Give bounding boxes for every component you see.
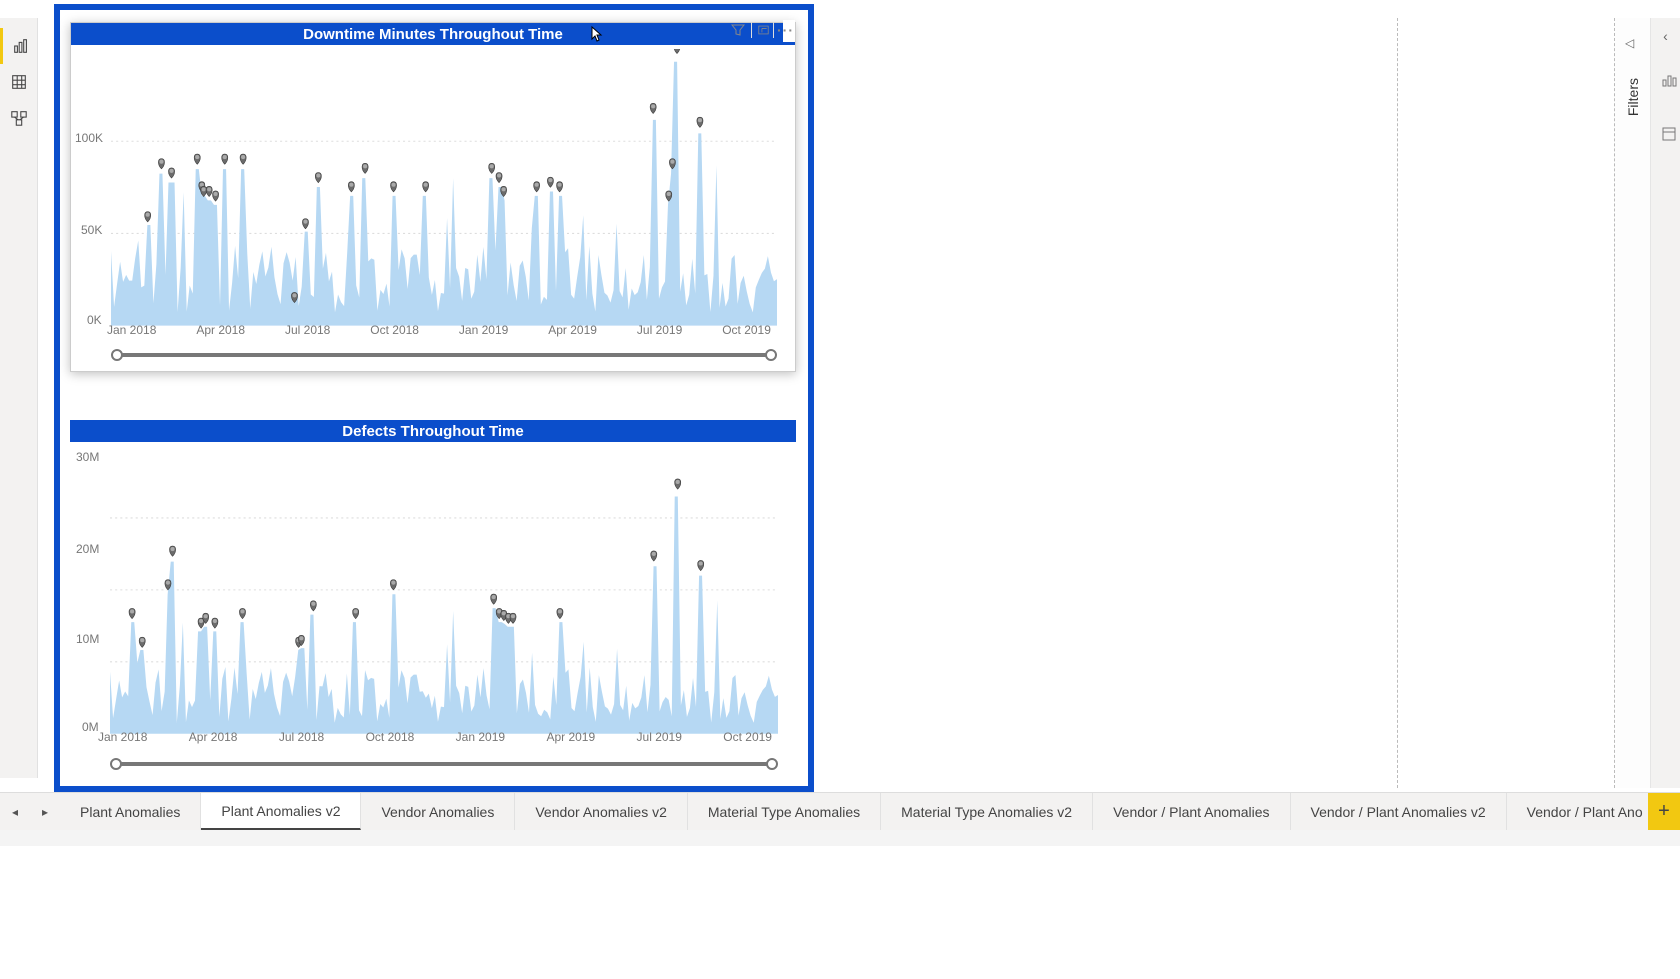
y-tick: 50K <box>81 223 102 237</box>
chart-plot-area <box>110 446 778 734</box>
report-view-button[interactable] <box>0 28 38 64</box>
page-tab[interactable]: Material Type Anomalies <box>688 793 881 830</box>
y-tick: 20M <box>76 542 99 556</box>
chart-header: Downtime Minutes Throughout Time ··· <box>71 23 795 45</box>
y-tick: 10M <box>76 632 99 646</box>
tabs-scroll-left-button[interactable]: ◂ <box>0 793 30 830</box>
x-tick: Jul 2018 <box>285 323 330 337</box>
x-tick: Apr 2019 <box>548 323 597 337</box>
chart-downtime-minutes[interactable]: Downtime Minutes Throughout Time ··· 100… <box>70 22 796 372</box>
range-handle-start[interactable] <box>111 349 123 361</box>
x-tick: Apr 2018 <box>196 323 245 337</box>
x-axis-labels: Jan 2018 Apr 2018 Jul 2018 Oct 2018 Jan 2019… <box>101 323 777 337</box>
x-tick: Apr 2019 <box>546 730 595 744</box>
filters-pane-label: Filters <box>1625 78 1641 116</box>
status-bar <box>0 830 1680 846</box>
x-tick: Oct 2019 <box>723 730 772 744</box>
page-tabs-bar: ◂ ▸ Plant AnomaliesPlant Anomalies v2Ven… <box>0 792 1680 830</box>
x-tick: Oct 2018 <box>366 730 415 744</box>
chart-header: Defects Throughout Time <box>70 420 796 442</box>
page-tab[interactable]: Vendor Anomalies v2 <box>515 793 688 830</box>
x-tick: Jul 2019 <box>637 730 682 744</box>
focus-mode-icon[interactable] <box>751 22 769 38</box>
x-tick: Jan 2018 <box>98 730 147 744</box>
chart-title: Downtime Minutes Throughout Time <box>303 26 563 43</box>
x-tick: Jan 2019 <box>459 323 508 337</box>
collapse-chevron-icon[interactable]: ‹ <box>1651 28 1680 44</box>
x-tick: Jan 2018 <box>107 323 156 337</box>
report-canvas[interactable]: Downtime Minutes Throughout Time ··· 100… <box>38 0 1398 792</box>
chart-defects[interactable]: Defects Throughout Time 30M 20M 10M 0M J… <box>70 420 796 780</box>
visual-selection-frame: Downtime Minutes Throughout Time ··· 100… <box>54 4 814 792</box>
x-tick: Jan 2019 <box>456 730 505 744</box>
x-tick: Jul 2019 <box>637 323 682 337</box>
fields-pane-stub[interactable] <box>1651 116 1680 152</box>
right-collapsed-panes: ‹ <box>1650 18 1680 788</box>
x-tick: Oct 2018 <box>370 323 419 337</box>
x-tick: Apr 2018 <box>189 730 238 744</box>
expand-filters-chevron-icon[interactable]: ◁ <box>1625 36 1634 50</box>
filters-pane-collapsed[interactable]: ◁ Filters <box>1614 18 1650 788</box>
y-tick: 30M <box>76 450 99 464</box>
page-tab[interactable]: Vendor / Plant Anomalies v2 <box>1291 793 1507 830</box>
view-switcher-rail <box>0 18 38 778</box>
range-handle-start[interactable] <box>110 758 122 770</box>
x-tick: Oct 2019 <box>722 323 771 337</box>
tabs-scroll-right-button[interactable]: ▸ <box>30 793 60 830</box>
y-tick: 0K <box>87 313 102 327</box>
range-handle-end[interactable] <box>765 349 777 361</box>
x-tick: Jul 2018 <box>279 730 324 744</box>
filter-icon[interactable] <box>729 22 747 38</box>
chart-title: Defects Throughout Time <box>342 423 523 440</box>
visualizations-pane-stub[interactable] <box>1651 62 1680 98</box>
date-range-slider[interactable] <box>111 349 777 361</box>
more-options-icon[interactable]: ··· <box>773 22 791 38</box>
x-axis-labels: Jan 2018 Apr 2018 Jul 2018 Oct 2018 Jan 2019… <box>92 730 778 744</box>
y-tick: 100K <box>75 131 103 145</box>
page-tab[interactable]: Vendor Anomalies <box>361 793 515 830</box>
range-handle-end[interactable] <box>766 758 778 770</box>
new-page-button[interactable]: + <box>1648 793 1680 830</box>
page-tab[interactable]: Material Type Anomalies v2 <box>881 793 1093 830</box>
page-tab[interactable]: Plant Anomalies v2 <box>201 793 361 830</box>
model-view-button[interactable] <box>0 100 38 136</box>
page-tab[interactable]: Vendor / Plant Ano <box>1507 793 1648 830</box>
page-tab[interactable]: Plant Anomalies <box>60 793 201 830</box>
chart-plot-area <box>111 49 777 326</box>
data-view-button[interactable] <box>0 64 38 100</box>
page-tab[interactable]: Vendor / Plant Anomalies <box>1093 793 1290 830</box>
date-range-slider[interactable] <box>110 758 778 770</box>
